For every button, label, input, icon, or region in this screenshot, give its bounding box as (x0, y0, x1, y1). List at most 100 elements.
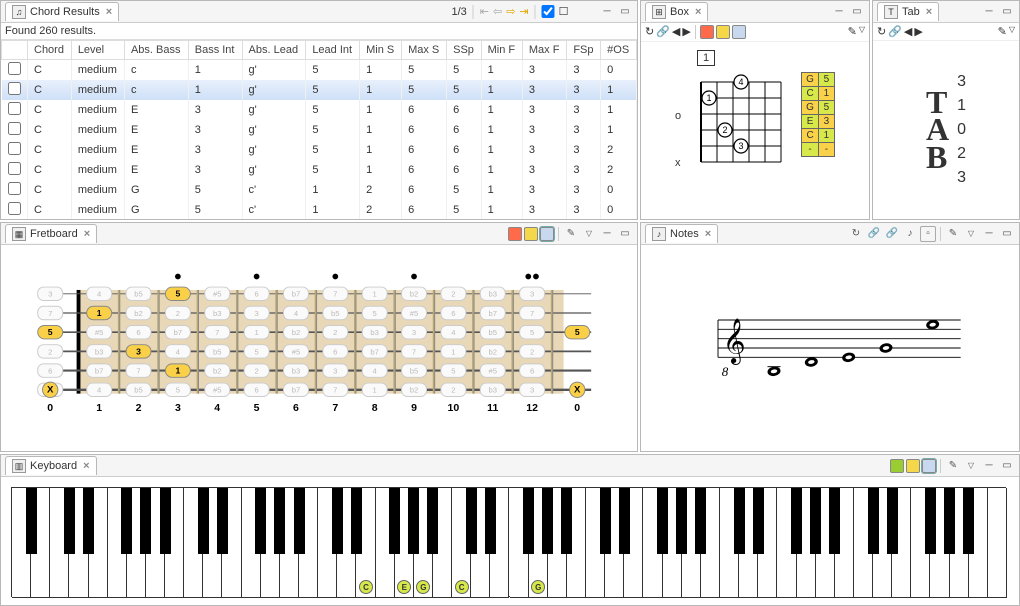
edit-icon[interactable]: ✎ (848, 25, 857, 39)
prev-icon[interactable]: ◀ (904, 25, 912, 38)
toggle-checkbox[interactable] (542, 5, 555, 18)
svg-text:7: 7 (333, 386, 337, 395)
close-icon[interactable]: × (695, 6, 701, 18)
yellow-dot-icon[interactable] (524, 227, 538, 241)
menu-icon[interactable]: ▽ (581, 226, 597, 242)
col-header[interactable]: SSp (447, 41, 481, 60)
box-panel: ⊞ Box × ─ ▭ ↻ 🔗 ◀ ▶ ✎ ▽ 1 ox 1234 G5C1G5… (640, 0, 870, 220)
piano-keyboard[interactable]: CEGCG (11, 487, 1006, 597)
yellow-dot-icon[interactable] (716, 25, 730, 39)
blue-dot-icon[interactable] (540, 227, 554, 241)
tab-keyboard[interactable]: ▥ Keyboard × (5, 456, 97, 475)
col-header[interactable]: Bass Int (188, 41, 242, 60)
minimize-icon[interactable]: ─ (981, 458, 997, 474)
table-row[interactable]: CmediumE3g'51661332 (2, 140, 637, 160)
menu-icon[interactable]: ▽ (1009, 25, 1015, 38)
table-row[interactable]: CmediumE3g'51661332 (2, 160, 637, 180)
minimize-icon[interactable]: ─ (831, 4, 847, 20)
blue-dot-icon[interactable] (922, 459, 936, 473)
svg-text:6: 6 (530, 366, 534, 375)
svg-text:#5: #5 (95, 328, 104, 337)
green-dot-icon[interactable] (890, 459, 904, 473)
tab-tab[interactable]: T Tab × (877, 2, 939, 21)
close-icon[interactable]: × (705, 228, 711, 240)
tab-box[interactable]: ⊞ Box × (645, 2, 708, 21)
col-header[interactable]: FSp (567, 41, 601, 60)
tab-chord-results[interactable]: ♫ Chord Results × (5, 2, 119, 21)
svg-text:8: 8 (372, 402, 378, 414)
next-icon[interactable]: ▶ (914, 25, 922, 38)
yellow-dot-icon[interactable] (906, 459, 920, 473)
clear-icon[interactable]: ☐ (559, 5, 569, 18)
col-header[interactable] (2, 41, 28, 60)
col-header[interactable]: #OS (601, 41, 637, 60)
minimize-icon[interactable]: ─ (599, 4, 615, 20)
maximize-icon[interactable]: ▭ (617, 226, 633, 242)
box-icon[interactable]: ▫ (920, 226, 936, 242)
col-header[interactable]: Abs. Bass (124, 41, 188, 60)
svg-text:b3: b3 (488, 386, 497, 395)
svg-text:12: 12 (526, 402, 538, 414)
edit-icon[interactable]: ✎ (998, 25, 1007, 38)
col-header[interactable]: Abs. Lead (242, 41, 306, 60)
red-dot-icon[interactable] (700, 25, 714, 39)
close-icon[interactable]: × (106, 6, 112, 18)
col-header[interactable]: Lead Int (306, 41, 360, 60)
table-row[interactable]: CmediumE3g'51661331 (2, 120, 637, 140)
menu-icon[interactable]: ▽ (859, 25, 865, 39)
col-header[interactable]: Min S (360, 41, 402, 60)
table-row[interactable]: Cmediumc1g'51551331 (2, 80, 637, 100)
link2-icon[interactable]: 🔗 (884, 226, 900, 242)
edit-icon[interactable]: ✎ (945, 458, 961, 474)
col-header[interactable]: Max F (522, 41, 566, 60)
prev-icon[interactable]: ⇦ (493, 5, 502, 18)
col-header[interactable]: Chord (28, 41, 72, 60)
table-row[interactable]: CmediumG5c'12651330 (2, 180, 637, 200)
minimize-icon[interactable]: ─ (599, 226, 615, 242)
refresh-icon[interactable]: ↻ (848, 226, 864, 242)
svg-text:4: 4 (97, 386, 102, 395)
svg-text:#5: #5 (292, 347, 301, 356)
maximize-icon[interactable]: ▭ (999, 226, 1015, 242)
svg-text:b5: b5 (331, 309, 340, 318)
maximize-icon[interactable]: ▭ (849, 4, 865, 20)
svg-text:3: 3 (136, 346, 141, 356)
link-icon[interactable]: 🔗 (656, 25, 670, 39)
blue-dot-icon[interactable] (732, 25, 746, 39)
maximize-icon[interactable]: ▭ (999, 458, 1015, 474)
svg-text:8: 8 (722, 364, 729, 379)
close-icon[interactable]: × (926, 6, 932, 18)
edit-icon[interactable]: ✎ (563, 226, 579, 242)
close-icon[interactable]: × (83, 460, 89, 472)
refresh-icon[interactable]: ↻ (645, 25, 654, 39)
link-icon[interactable]: 🔗 (866, 226, 882, 242)
link-icon[interactable]: 🔗 (888, 25, 902, 38)
col-header[interactable]: Max S (402, 41, 447, 60)
refresh-icon[interactable]: ↻ (877, 25, 886, 38)
close-icon[interactable]: × (84, 228, 90, 240)
note-icon[interactable]: ♪ (902, 226, 918, 242)
red-dot-icon[interactable] (508, 227, 522, 241)
svg-text:6: 6 (451, 309, 455, 318)
first-icon[interactable]: ⇤ (480, 5, 489, 18)
table-row[interactable]: Cmediumc1g'51551330 (2, 60, 637, 81)
col-header[interactable]: Min F (481, 41, 522, 60)
tab-fretboard[interactable]: ▦ Fretboard × (5, 224, 97, 243)
col-header[interactable]: Level (71, 41, 124, 60)
next-icon[interactable]: ▶ (682, 25, 690, 39)
box-icon: ⊞ (652, 5, 666, 19)
table-row[interactable]: CmediumG5c'12651330 (2, 200, 637, 219)
maximize-icon[interactable]: ▭ (999, 4, 1015, 20)
prev-icon[interactable]: ◀ (672, 25, 680, 39)
minimize-icon[interactable]: ─ (981, 4, 997, 20)
edit-icon[interactable]: ✎ (945, 226, 961, 242)
table-row[interactable]: CmediumE3g'51661331 (2, 100, 637, 120)
tab-notes[interactable]: ♪ Notes × (645, 224, 718, 243)
svg-text:5: 5 (175, 289, 180, 299)
menu-icon[interactable]: ▽ (963, 226, 979, 242)
minimize-icon[interactable]: ─ (981, 226, 997, 242)
next-icon[interactable]: ⇨ (506, 5, 515, 18)
menu-icon[interactable]: ▽ (963, 458, 979, 474)
last-icon[interactable]: ⇥ (519, 5, 528, 18)
maximize-icon[interactable]: ▭ (617, 4, 633, 20)
